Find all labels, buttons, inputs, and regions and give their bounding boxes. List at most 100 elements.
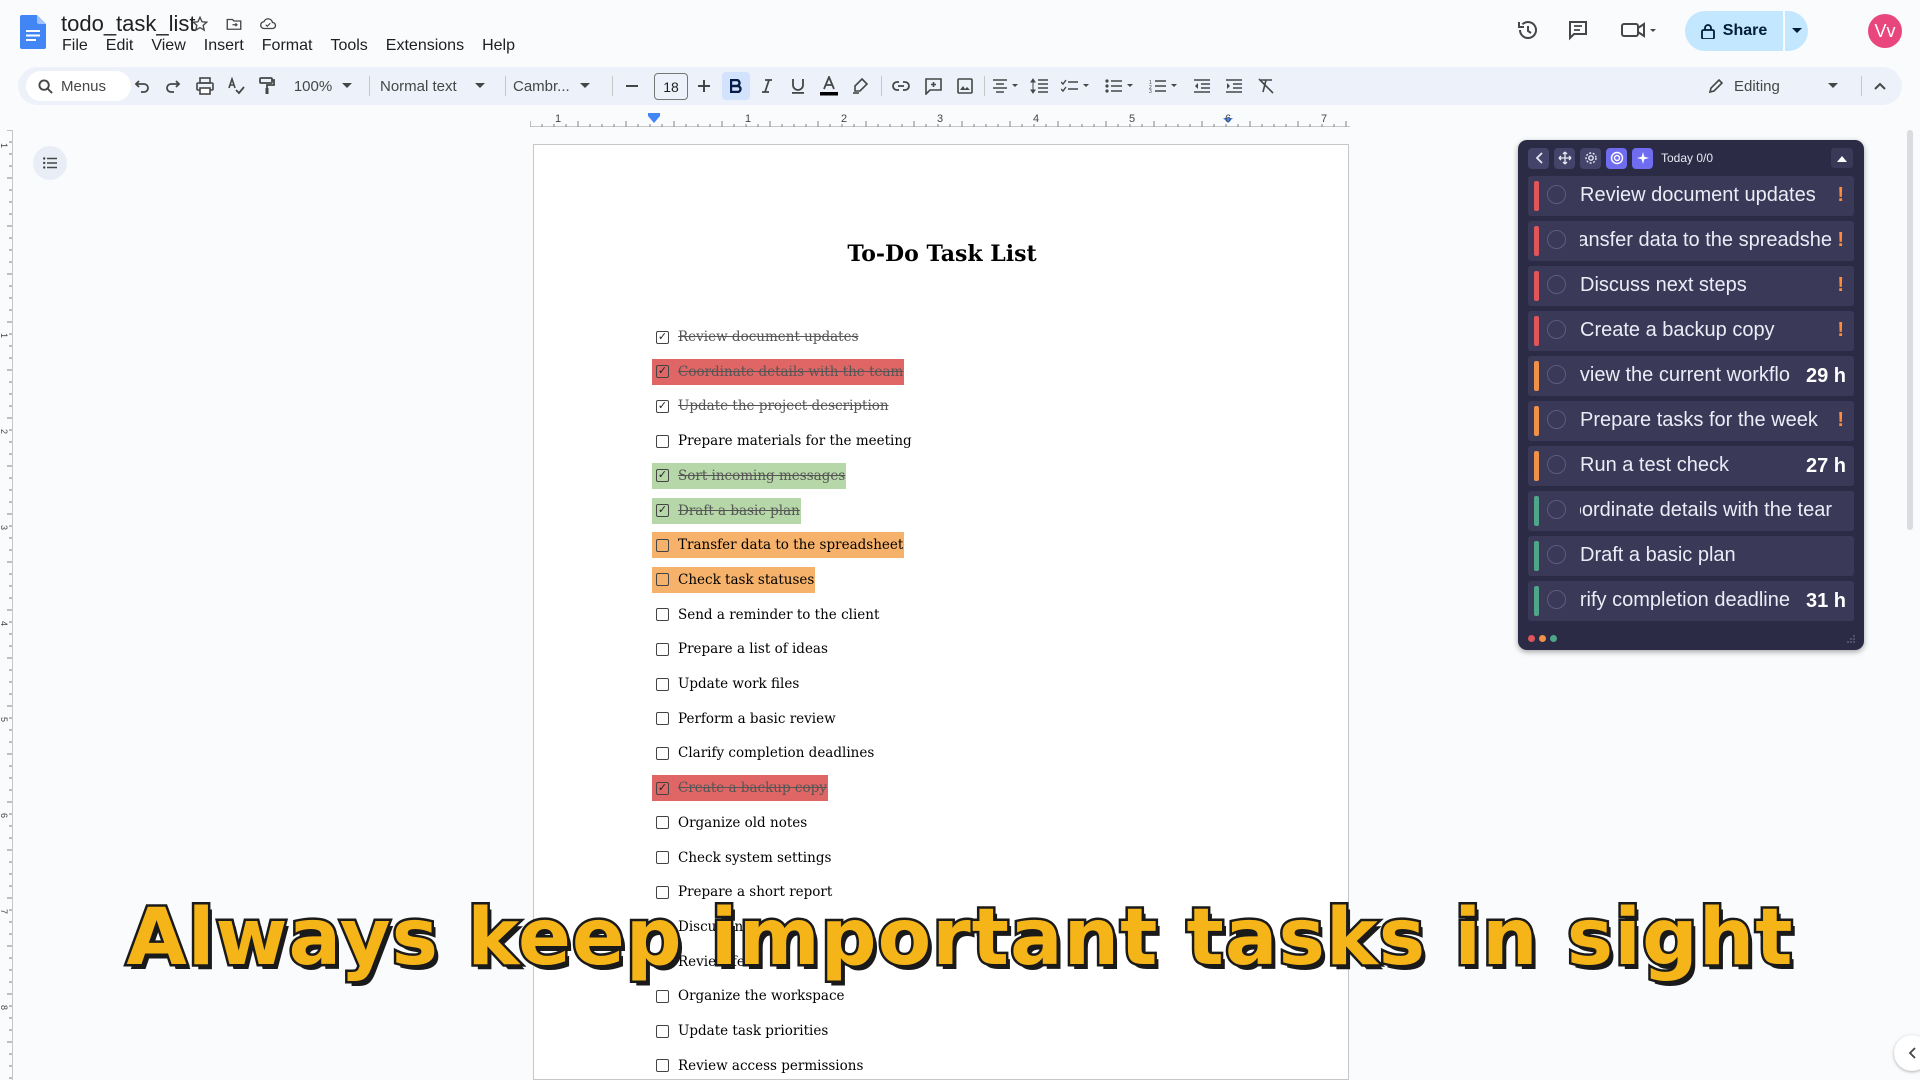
- menu-edit[interactable]: Edit: [97, 35, 143, 57]
- checklist-item[interactable]: Check system settings: [654, 845, 832, 871]
- checklist-item[interactable]: ✓ Review document updates: [654, 324, 860, 350]
- menu-insert[interactable]: Insert: [195, 35, 253, 57]
- checklist-item[interactable]: Prepare materials for the meeting: [654, 428, 913, 454]
- complete-task-circle[interactable]: [1547, 275, 1566, 294]
- complete-task-circle[interactable]: [1547, 590, 1566, 609]
- menu-extensions[interactable]: Extensions: [377, 35, 473, 57]
- undo-icon[interactable]: [130, 74, 154, 98]
- checkbox-icon[interactable]: [656, 677, 669, 691]
- checklist-item[interactable]: Organize the workspace: [654, 983, 846, 1009]
- checklist-item[interactable]: Organize old notes: [654, 810, 808, 836]
- checklist-item[interactable]: Review access permissions: [654, 1053, 864, 1079]
- collapse-toolbar-icon[interactable]: [1868, 74, 1892, 98]
- decrease-indent-icon[interactable]: [1190, 74, 1214, 98]
- complete-task-circle[interactable]: [1547, 365, 1566, 384]
- comments-icon[interactable]: [1564, 16, 1592, 44]
- star-icon[interactable]: [190, 14, 210, 34]
- font-size-input[interactable]: 18: [654, 73, 688, 100]
- font-family-select[interactable]: Cambr...: [513, 74, 605, 98]
- sparkle-icon[interactable]: [1632, 147, 1653, 169]
- increase-indent-icon[interactable]: [1222, 74, 1246, 98]
- widget-task-item[interactable]: oordinate details with the tear: [1528, 491, 1854, 531]
- cloud-status-icon[interactable]: [258, 14, 278, 34]
- paint-format-icon[interactable]: [255, 74, 279, 98]
- widget-task-item[interactable]: ansfer data to the spreadshe!: [1528, 221, 1854, 261]
- checklist-icon[interactable]: [1058, 74, 1094, 98]
- resize-grip-icon[interactable]: [1846, 634, 1856, 644]
- share-button[interactable]: Share: [1685, 11, 1808, 51]
- checklist-item[interactable]: ✓ Sort incoming messages: [652, 462, 846, 489]
- italic-icon[interactable]: [755, 74, 779, 98]
- spellcheck-icon[interactable]: [224, 74, 248, 98]
- complete-task-circle[interactable]: [1547, 230, 1566, 249]
- complete-task-circle[interactable]: [1547, 545, 1566, 564]
- menu-format[interactable]: Format: [253, 35, 322, 57]
- checkbox-icon[interactable]: [656, 851, 669, 864]
- widget-task-item[interactable]: Review document updates!: [1528, 176, 1854, 216]
- checklist-item[interactable]: Check task statuses: [652, 566, 815, 593]
- widget-task-item[interactable]: Create a backup copy!: [1528, 311, 1854, 351]
- complete-task-circle[interactable]: [1547, 410, 1566, 429]
- clear-formatting-icon[interactable]: [1254, 74, 1278, 98]
- document-title[interactable]: todo_task_list: [61, 11, 196, 37]
- checklist-item[interactable]: ✓ Update the project description: [654, 393, 890, 419]
- widget-task-item[interactable]: Prepare tasks for the week!: [1528, 401, 1854, 441]
- checked-checkbox-icon[interactable]: ✓: [656, 504, 669, 517]
- back-icon[interactable]: [1528, 147, 1549, 169]
- insert-image-icon[interactable]: [953, 74, 977, 98]
- checked-checkbox-icon[interactable]: ✓: [656, 781, 669, 795]
- zoom-select[interactable]: 100%: [288, 74, 358, 98]
- checklist-item[interactable]: ✓ Draft a basic plan: [652, 497, 801, 524]
- checked-checkbox-icon[interactable]: ✓: [656, 330, 669, 344]
- avatar[interactable]: Vv: [1868, 14, 1902, 48]
- bold-button[interactable]: [722, 72, 750, 100]
- bulleted-list-icon[interactable]: [1102, 74, 1138, 98]
- checklist-item[interactable]: ✓ Coordinate details with the team: [652, 358, 904, 385]
- checked-checkbox-icon[interactable]: ✓: [656, 365, 669, 379]
- insert-link-icon[interactable]: [889, 74, 913, 98]
- checked-checkbox-icon[interactable]: ✓: [656, 469, 669, 483]
- collapse-widget-icon[interactable]: [1831, 148, 1853, 168]
- checkbox-icon[interactable]: [656, 746, 669, 760]
- checklist-item[interactable]: ✓ Create a backup copy: [652, 775, 828, 802]
- complete-task-circle[interactable]: [1547, 500, 1566, 519]
- document-outline-button[interactable]: [33, 146, 67, 180]
- widget-task-item[interactable]: Run a test check 27 h: [1528, 446, 1854, 486]
- highlight-color-icon[interactable]: [848, 74, 872, 98]
- checkbox-icon[interactable]: [656, 712, 669, 726]
- underline-icon[interactable]: [786, 74, 810, 98]
- line-spacing-icon[interactable]: [1027, 74, 1051, 98]
- checklist-item[interactable]: Send a reminder to the client: [654, 602, 880, 628]
- checkbox-icon[interactable]: [656, 1024, 669, 1038]
- checklist-item[interactable]: Update task priorities: [654, 1018, 829, 1044]
- complete-task-circle[interactable]: [1547, 320, 1566, 339]
- checkbox-icon[interactable]: [656, 816, 669, 830]
- add-comment-icon[interactable]: [921, 74, 945, 98]
- checklist-item[interactable]: Transfer data to the spreadsheet: [652, 532, 904, 559]
- text-color-icon[interactable]: [816, 74, 842, 98]
- settings-icon[interactable]: [1580, 147, 1601, 169]
- editing-mode-select[interactable]: Editing: [1708, 74, 1853, 98]
- widget-task-item[interactable]: Discuss next steps!: [1528, 266, 1854, 306]
- checkbox-icon[interactable]: [656, 434, 669, 448]
- meet-icon[interactable]: [1618, 16, 1660, 44]
- checkbox-icon[interactable]: [656, 989, 669, 1003]
- focus-icon[interactable]: [1606, 147, 1627, 169]
- search-menus-button[interactable]: Menus: [26, 71, 131, 101]
- widget-task-item[interactable]: arify completion deadline 31 h: [1528, 581, 1854, 621]
- checkbox-icon[interactable]: [656, 573, 669, 587]
- checklist-item[interactable]: Prepare a list of ideas: [654, 636, 829, 662]
- share-dropdown-icon[interactable]: [1785, 11, 1808, 51]
- print-icon[interactable]: [193, 74, 217, 98]
- checkbox-icon[interactable]: [656, 1059, 669, 1073]
- left-indent-marker[interactable]: [648, 116, 660, 123]
- menu-view[interactable]: View: [142, 35, 194, 57]
- vertical-scrollbar[interactable]: [1907, 130, 1913, 530]
- move-folder-icon[interactable]: [224, 14, 244, 34]
- side-panel-toggle-icon[interactable]: [1894, 1035, 1920, 1071]
- version-history-icon[interactable]: [1514, 16, 1542, 44]
- checklist-item[interactable]: Clarify completion deadlines: [654, 740, 875, 766]
- move-icon[interactable]: [1554, 147, 1575, 169]
- checklist-item[interactable]: Perform a basic review: [654, 706, 837, 732]
- docs-logo-icon[interactable]: [20, 15, 46, 49]
